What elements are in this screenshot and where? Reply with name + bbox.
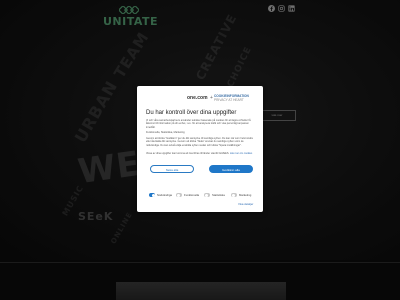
toggle-marketing[interactable]: Marketing bbox=[231, 192, 255, 198]
consent-categories: Nödvändiga Funktionella Statistiska Mark… bbox=[149, 192, 259, 198]
consent-purposes: Funktionella, Statistiska, Marketing bbox=[146, 131, 185, 134]
toggle-switch[interactable] bbox=[231, 193, 237, 197]
toggle-switch[interactable] bbox=[204, 193, 210, 197]
onecom-logo: one.com bbox=[187, 95, 208, 101]
toggle-label: Statistiska bbox=[212, 193, 225, 197]
toggle-statistics[interactable]: Statistiska bbox=[204, 192, 229, 198]
consent-paragraph: Vissa av dina uppgifter kan komma att öv… bbox=[146, 152, 254, 155]
toggle-functional[interactable]: Funktionella bbox=[176, 192, 202, 198]
consent-brand: one.com + COOKIEINFORMATION PRIVACY AT H… bbox=[187, 94, 261, 102]
toggle-label: Marketing bbox=[239, 193, 252, 197]
toggle-necessary[interactable]: Nödvändiga bbox=[149, 192, 173, 198]
consent-title: Du har kontroll över dina uppgifter bbox=[146, 110, 237, 116]
accept-all-button[interactable]: Godkänn alla bbox=[209, 165, 253, 173]
toggle-switch[interactable] bbox=[176, 193, 182, 197]
cookieinformation-logo: COOKIEINFORMATION PRIVACY AT HEART bbox=[214, 94, 258, 102]
reject-all-button[interactable]: Neka alla bbox=[150, 165, 194, 173]
toggle-switch[interactable] bbox=[149, 193, 155, 197]
consent-transfer-note: Vissa av dina uppgifter kan komma att öv… bbox=[146, 152, 230, 155]
consent-paragraph: Vi och våra samarbetspartners använder t… bbox=[146, 119, 251, 129]
cookie-policy-link[interactable]: Läs mer om cookies bbox=[230, 152, 252, 155]
brand-separator: + bbox=[210, 95, 213, 101]
toggle-label: Nödvändiga bbox=[157, 193, 172, 197]
toggle-label: Funktionella bbox=[184, 193, 200, 197]
show-details-link[interactable]: Visa detaljer bbox=[238, 202, 253, 206]
consent-paragraph: Genom att klicka "Godkänn" ger du ditt s… bbox=[146, 137, 253, 147]
cookieinformation-logo-line2: PRIVACY AT HEART bbox=[214, 97, 244, 102]
